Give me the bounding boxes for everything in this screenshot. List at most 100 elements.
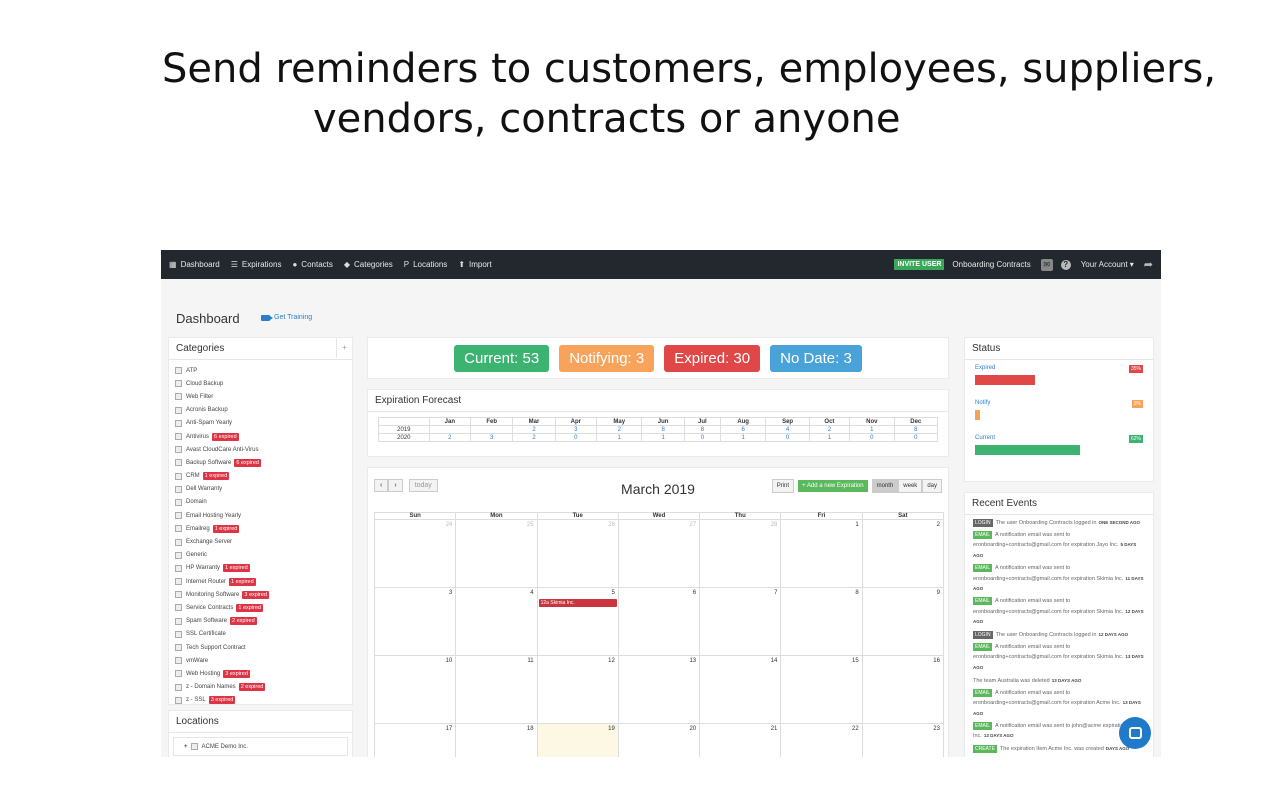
category-item[interactable]: Cloud Backup	[175, 377, 346, 390]
category-checkbox[interactable]	[175, 604, 182, 612]
calendar-day[interactable]: 24	[374, 520, 456, 588]
nav-contacts[interactable]: ● Contacts	[292, 260, 332, 269]
forecast-value[interactable]: 8	[683, 425, 721, 434]
forecast-value[interactable]: 0	[849, 433, 895, 442]
nav-dashboard[interactable]: ▦ Dashboard	[169, 260, 220, 269]
category-checkbox[interactable]	[175, 683, 182, 691]
calendar-day[interactable]: 3	[374, 588, 456, 656]
category-checkbox[interactable]	[175, 591, 182, 599]
calendar-day-today[interactable]: 19	[536, 724, 618, 757]
category-item[interactable]: HP Warranty 1 expired	[175, 562, 346, 575]
share-icon[interactable]: ➦	[1144, 258, 1153, 271]
calendar-day[interactable]: 8	[780, 588, 862, 656]
calendar-day[interactable]: 26	[536, 520, 618, 588]
calendar-day[interactable]: 1	[780, 520, 862, 588]
category-checkbox[interactable]	[175, 670, 182, 678]
print-button[interactable]: Print	[771, 479, 795, 493]
category-item[interactable]: ATP	[175, 364, 346, 377]
forecast-value[interactable]: 4	[765, 425, 810, 434]
category-checkbox[interactable]	[175, 393, 182, 401]
forecast-value[interactable]: 2	[428, 433, 472, 442]
calendar-day[interactable]: 23	[861, 724, 944, 757]
category-item[interactable]: Emailreg 1 expired	[175, 522, 346, 535]
view-month-button[interactable]: month	[871, 479, 899, 493]
calendar-day[interactable]: 15	[780, 656, 862, 724]
category-checkbox[interactable]	[175, 551, 182, 559]
category-item[interactable]: vmWare	[175, 654, 346, 667]
calendar-day[interactable]: 16	[861, 656, 944, 724]
category-item[interactable]: Service Contracts 1 expired	[175, 601, 346, 614]
category-item[interactable]: Acronis Backup	[175, 404, 346, 417]
forecast-value[interactable]: 2	[512, 425, 556, 434]
category-checkbox[interactable]	[175, 498, 182, 506]
status-label[interactable]: Notify	[975, 400, 1143, 406]
calendar-day[interactable]: 25	[455, 520, 537, 588]
category-item[interactable]: Internet Router 1 expired	[175, 575, 346, 588]
category-checkbox[interactable]	[175, 630, 182, 638]
category-checkbox[interactable]	[175, 472, 182, 480]
category-item[interactable]: Web Filter	[175, 390, 346, 403]
category-checkbox[interactable]	[175, 433, 182, 441]
account-menu[interactable]: Your Account ▾	[1081, 260, 1134, 269]
category-item[interactable]: Dell Warranty	[175, 483, 346, 496]
forecast-value[interactable]: 6	[719, 425, 767, 434]
category-item[interactable]: z - SSL 3 expired	[175, 694, 346, 707]
category-item[interactable]: Monitoring Software 3 expired	[175, 588, 346, 601]
category-checkbox[interactable]	[175, 380, 182, 388]
category-checkbox[interactable]	[175, 406, 182, 414]
forecast-value[interactable]: 1	[596, 433, 643, 442]
category-item[interactable]: Anti-Spam Yearly	[175, 417, 346, 430]
calendar-day[interactable]: 2	[861, 520, 944, 588]
invite-user-button[interactable]: INVITE USER	[894, 259, 945, 270]
status-label[interactable]: Current	[975, 435, 1143, 441]
add-category-button[interactable]: +	[336, 338, 352, 358]
forecast-value[interactable]: 8	[893, 425, 939, 434]
calendar-day[interactable]: 13	[617, 656, 700, 724]
category-checkbox[interactable]	[175, 564, 182, 572]
calendar-day[interactable]: 7	[699, 588, 781, 656]
forecast-value[interactable]: 3	[469, 433, 514, 442]
calendar-day[interactable]: 14	[699, 656, 781, 724]
get-training-link[interactable]: Get Training	[261, 314, 312, 321]
category-item[interactable]: Backup Software 6 expired	[175, 456, 346, 469]
category-checkbox[interactable]	[175, 367, 182, 375]
chat-launcher-button[interactable]	[1119, 717, 1151, 749]
category-checkbox[interactable]	[175, 696, 182, 704]
view-week-button[interactable]: week	[898, 479, 923, 493]
calendar-day[interactable]: 4	[455, 588, 537, 656]
category-checkbox[interactable]	[175, 459, 182, 467]
nodate-count-button[interactable]: No Date: 3	[770, 344, 862, 372]
nav-import[interactable]: ⬆ Import	[458, 260, 491, 269]
forecast-value[interactable]: 2	[596, 425, 643, 434]
calendar-day[interactable]: 22	[780, 724, 861, 757]
category-item[interactable]: Generic	[175, 549, 346, 562]
calendar-day[interactable]: 20	[617, 724, 699, 757]
category-item[interactable]: Web Hosting 3 expired	[175, 667, 346, 680]
calendar-event[interactable]: 12a Skimia Inc.	[538, 599, 617, 607]
category-item[interactable]: Exchange Server	[175, 535, 346, 548]
category-item[interactable]: z - Domain Names 2 expired	[175, 681, 346, 694]
forecast-value[interactable]: 1	[641, 433, 685, 442]
category-checkbox[interactable]	[175, 446, 182, 454]
forecast-value[interactable]: 0	[893, 433, 939, 442]
calendar-day[interactable]: 10	[374, 656, 456, 724]
forecast-value[interactable]: 2	[512, 433, 556, 442]
forecast-value[interactable]: 3	[554, 425, 598, 434]
category-item[interactable]: CRM 1 expired	[175, 470, 346, 483]
current-count-button[interactable]: Current: 53	[454, 344, 550, 372]
calendar-day[interactable]: 6	[617, 588, 700, 656]
category-item[interactable]: Avast CloudCare Anti-Virus	[175, 443, 346, 456]
calendar-day[interactable]: 12	[536, 656, 618, 724]
calendar-day[interactable]: 28	[699, 520, 781, 588]
calendar-day[interactable]: 27	[617, 520, 700, 588]
category-item[interactable]: Spam Software 2 expired	[175, 615, 346, 628]
category-checkbox[interactable]	[175, 657, 182, 665]
forecast-value[interactable]: 1	[808, 433, 851, 442]
calendar-day[interactable]: 18	[455, 724, 536, 757]
category-checkbox[interactable]	[175, 578, 182, 586]
category-item[interactable]: SSL Certificate	[175, 628, 346, 641]
category-checkbox[interactable]	[175, 419, 182, 427]
forecast-value[interactable]: 2	[808, 425, 851, 434]
category-item[interactable]: Domain	[175, 496, 346, 509]
calendar-day[interactable]: 9	[861, 588, 944, 656]
